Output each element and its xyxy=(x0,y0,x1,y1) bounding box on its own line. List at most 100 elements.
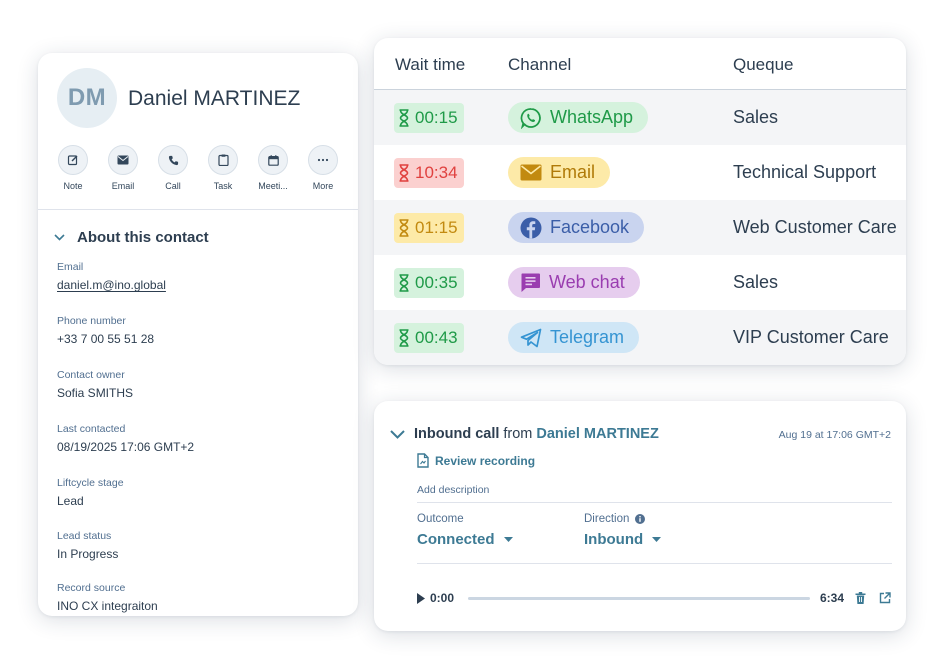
phone-icon xyxy=(168,155,178,165)
divider xyxy=(417,502,892,503)
email-button[interactable]: Email xyxy=(98,145,148,191)
call-date: Aug 19 at 17:06 GMT+2 xyxy=(778,429,891,441)
info-icon[interactable] xyxy=(635,514,646,524)
wait-time-badge: 00:15 xyxy=(394,103,464,133)
chevron-down-icon[interactable] xyxy=(390,429,405,439)
hourglass-icon xyxy=(399,164,409,182)
call-button[interactable]: Call xyxy=(148,145,198,191)
avatar: DM xyxy=(57,68,117,128)
queue-name: Sales xyxy=(733,107,779,127)
review-recording-link[interactable]: Review recording xyxy=(417,453,535,468)
divider xyxy=(38,209,358,210)
record-source-value: INO CX integraiton xyxy=(57,599,158,613)
duration: 6:34 xyxy=(819,591,844,605)
wait-time: 00:43 xyxy=(415,328,458,347)
description-input[interactable]: Add description xyxy=(417,484,489,496)
call-log-card: Inbound call from Daniel MARTINEZ Aug 19… xyxy=(374,401,906,631)
trash-icon[interactable] xyxy=(855,592,866,604)
wait-time-badge: 00:35 xyxy=(394,268,464,298)
table-row[interactable]: 00:35 Web chat Sales xyxy=(374,255,906,310)
hourglass-icon xyxy=(399,219,409,237)
note-button[interactable]: Note xyxy=(48,145,98,191)
play-icon[interactable] xyxy=(417,592,425,604)
direction-value: Inbound xyxy=(584,531,644,548)
direction-dropdown[interactable]: Inbound xyxy=(584,531,662,548)
meeting-button[interactable]: Meeti... xyxy=(248,145,298,191)
record-source-label: Record source xyxy=(57,582,126,594)
hourglass-icon xyxy=(399,274,409,292)
channel-name: Facebook xyxy=(550,217,630,237)
phone-field-label: Phone number xyxy=(57,315,126,327)
chevron-down-icon xyxy=(54,234,65,241)
owner-value: Sofia SMITHS xyxy=(57,386,134,400)
outcome-label: Outcome xyxy=(417,513,464,525)
call-type: Inbound call xyxy=(414,426,500,442)
current-time: 0:00 xyxy=(430,591,455,605)
channel-name: Telegram xyxy=(550,327,625,347)
contact-actions: Note Email Call Task Meeti... More xyxy=(48,145,348,191)
queue-table: Wait time Channel Queque 00:15 WhatsApp … xyxy=(374,38,906,365)
audio-player: 0:00 6:34 xyxy=(417,590,891,606)
header-queue: Queque xyxy=(733,55,794,74)
lifecycle-value: Lead xyxy=(57,494,84,508)
email-field-label: Email xyxy=(57,261,84,273)
progress-track[interactable] xyxy=(468,596,810,600)
task-label: Task xyxy=(213,181,233,191)
table-row[interactable]: 00:15 WhatsApp Sales xyxy=(374,90,906,145)
queue-name: Sales xyxy=(733,272,779,292)
table-header: Wait time Channel Queque xyxy=(374,38,906,90)
meeting-label: Meeti... xyxy=(258,181,288,191)
wait-time: 10:34 xyxy=(415,163,458,182)
phone-field: Phone number +33 7 00 55 51 28 xyxy=(57,315,154,346)
email-value[interactable]: daniel.m@ino.global xyxy=(57,278,166,292)
about-section-toggle[interactable]: About this contact xyxy=(54,229,209,246)
lead-status-field: Lead status In Progress xyxy=(57,530,118,561)
contact-card: DM Daniel MARTINEZ Note Email Call Task xyxy=(38,53,358,616)
about-title: About this contact xyxy=(77,229,209,246)
table-row[interactable]: 10:34 Email Technical Support xyxy=(374,145,906,200)
more-label: More xyxy=(312,181,334,191)
last-contacted-field: Last contacted 08/19/2025 17:06 GMT+2 xyxy=(57,423,194,454)
hourglass-icon xyxy=(399,109,409,127)
lifecycle-field: Liftcycle stage Lead xyxy=(57,477,124,508)
telegram-icon xyxy=(520,328,542,347)
table-row[interactable]: 00:43 Telegram VIP Customer Care xyxy=(374,310,906,365)
channel-badge: WhatsApp xyxy=(508,102,649,133)
call-from-text: from xyxy=(503,426,533,442)
more-icon xyxy=(317,158,329,162)
table-row[interactable]: 01:15 Facebook Web Customer Care xyxy=(374,200,906,255)
wait-time: 00:15 xyxy=(415,108,458,127)
task-button[interactable]: Task xyxy=(198,145,248,191)
chat-icon xyxy=(521,273,540,292)
email-label: Email xyxy=(111,181,135,191)
calendar-icon xyxy=(267,154,279,166)
wait-time-badge: 00:43 xyxy=(394,323,464,353)
queue-name: Web Customer Care xyxy=(733,217,897,237)
channel-name: Web chat xyxy=(549,272,625,292)
lead-status-value: In Progress xyxy=(57,547,119,561)
outcome-value: Connected xyxy=(417,531,495,548)
queue-name: VIP Customer Care xyxy=(733,327,889,347)
owner-field: Contact owner Sofia SMITHS xyxy=(57,369,133,400)
direction-label: Direction xyxy=(584,513,630,525)
edit-icon xyxy=(67,155,78,166)
divider xyxy=(417,563,892,564)
phone-value: +33 7 00 55 51 28 xyxy=(57,332,155,346)
wait-time: 00:35 xyxy=(415,273,458,292)
channel-badge: Facebook xyxy=(508,212,645,243)
last-contacted-label: Last contacted xyxy=(57,423,126,435)
lead-status-label: Lead status xyxy=(57,530,112,542)
caller-link[interactable]: Daniel MARTINEZ xyxy=(536,426,658,442)
envelope-icon xyxy=(520,164,542,181)
queue-name: Technical Support xyxy=(733,162,877,182)
outcome-dropdown[interactable]: Connected xyxy=(417,531,513,548)
note-label: Note xyxy=(63,181,83,191)
channel-badge: Email xyxy=(508,157,611,188)
more-button[interactable]: More xyxy=(298,145,348,191)
lifecycle-label: Liftcycle stage xyxy=(57,477,124,489)
wait-time-badge: 10:34 xyxy=(394,158,464,188)
document-icon xyxy=(417,453,429,468)
channel-name: WhatsApp xyxy=(550,107,634,127)
external-link-icon[interactable] xyxy=(879,592,891,604)
channel-badge: Telegram xyxy=(508,322,640,353)
